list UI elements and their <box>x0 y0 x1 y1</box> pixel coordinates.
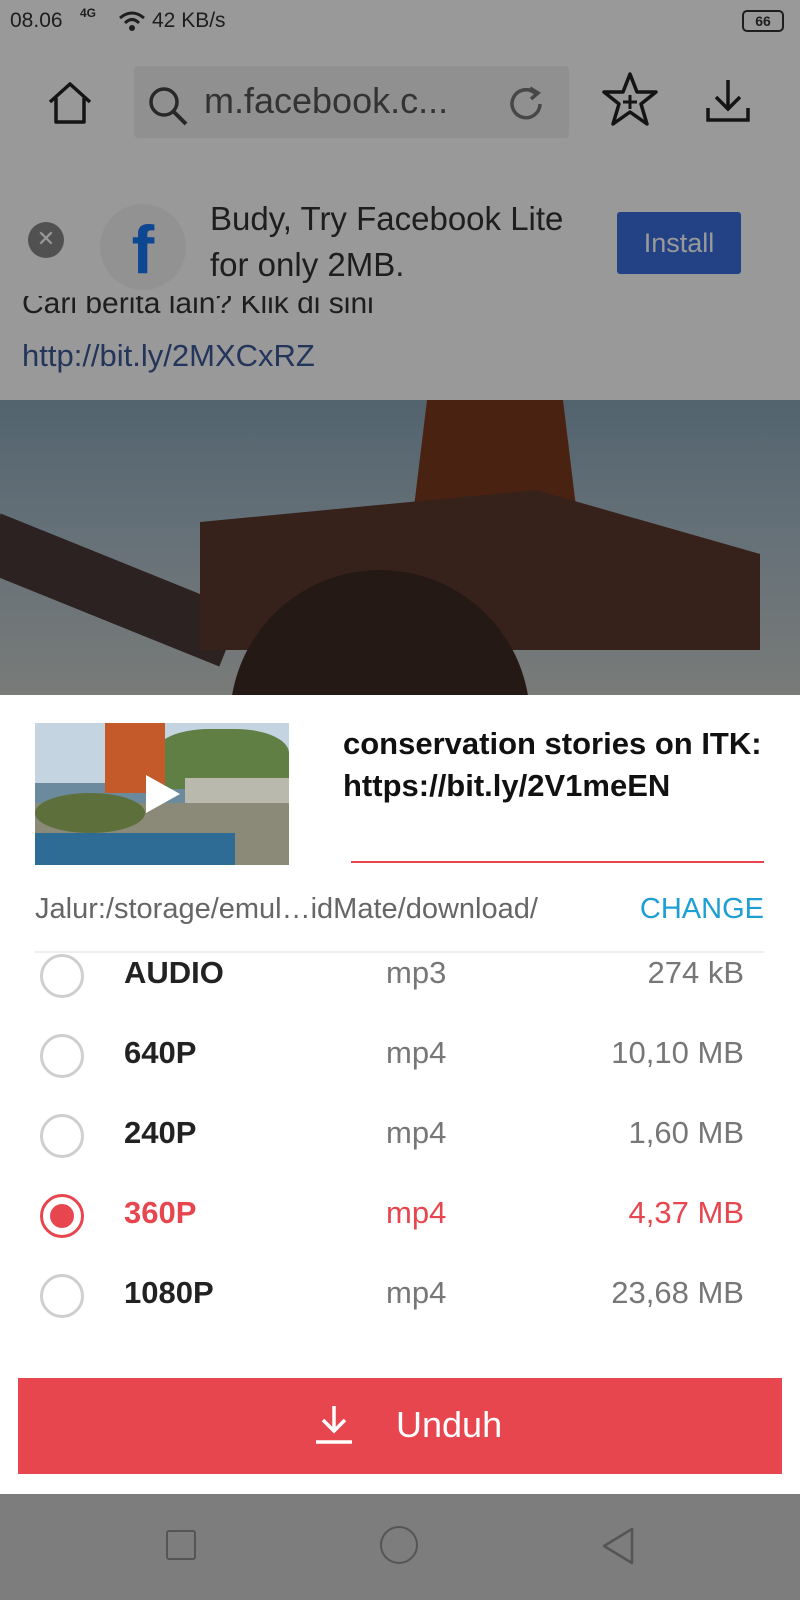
save-path: Jalur:/storage/emul…idMate/download/ <box>35 893 538 925</box>
home-nav-icon[interactable] <box>380 1526 418 1564</box>
video-title[interactable]: conservation stories on ITK: https://bit… <box>343 723 763 807</box>
thumb-foliage <box>35 793 145 833</box>
thumb-wall <box>185 778 289 806</box>
download-icon <box>316 1406 352 1444</box>
change-path-button[interactable]: CHANGE <box>640 893 764 926</box>
option-row-360p[interactable]: 360P mp4 4,37 MB <box>0 1175 800 1257</box>
title-underline <box>351 861 764 863</box>
play-icon[interactable] <box>146 775 180 813</box>
download-sheet: conservation stories on ITK: https://bit… <box>0 695 800 1493</box>
option-quality: 240P <box>124 1115 197 1150</box>
option-row-640p[interactable]: 640P mp4 10,10 MB <box>0 1015 800 1097</box>
option-row-240p[interactable]: 240P mp4 1,60 MB <box>0 1095 800 1177</box>
radio-button[interactable] <box>40 1274 84 1318</box>
option-row-audio[interactable]: AUDIO mp3 274 kB <box>0 935 800 1017</box>
radio-button-selected[interactable] <box>40 1194 84 1238</box>
navigation-bar <box>0 1494 800 1600</box>
radio-button[interactable] <box>40 1034 84 1078</box>
option-quality: AUDIO <box>124 955 224 990</box>
option-format: mp3 <box>386 955 447 990</box>
option-size: 10,10 MB <box>611 1035 744 1070</box>
radio-button[interactable] <box>40 1114 84 1158</box>
option-format: mp4 <box>386 1195 447 1230</box>
option-format: mp4 <box>386 1275 447 1310</box>
option-row-1080p[interactable]: 1080P mp4 23,68 MB <box>0 1255 800 1337</box>
thumb-container <box>35 833 235 865</box>
option-size: 1,60 MB <box>628 1115 744 1150</box>
option-format: mp4 <box>386 1035 447 1070</box>
option-size: 23,68 MB <box>611 1275 744 1310</box>
recents-icon[interactable] <box>166 1530 196 1560</box>
download-label: Unduh <box>396 1404 503 1445</box>
option-quality: 640P <box>124 1035 197 1070</box>
download-button[interactable]: Unduh <box>18 1378 782 1474</box>
option-size: 274 kB <box>647 955 744 990</box>
option-quality: 360P <box>124 1195 197 1230</box>
option-format: mp4 <box>386 1115 447 1150</box>
radio-button[interactable] <box>40 954 84 998</box>
dim-overlay[interactable] <box>0 0 800 695</box>
option-size: 4,37 MB <box>628 1195 744 1230</box>
option-quality: 1080P <box>124 1275 214 1310</box>
back-icon[interactable] <box>600 1526 636 1566</box>
video-thumbnail[interactable] <box>35 723 289 865</box>
